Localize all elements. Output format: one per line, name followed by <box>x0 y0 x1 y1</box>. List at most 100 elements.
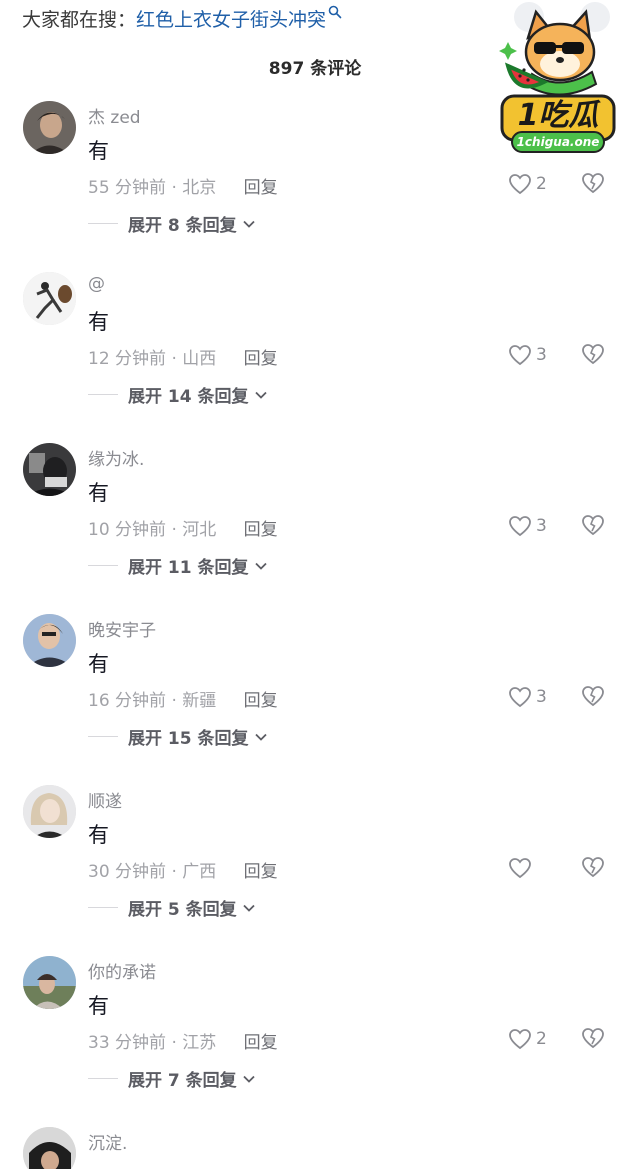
avatar[interactable] <box>23 956 76 1009</box>
like-count: 3 <box>536 345 547 365</box>
expand-replies-button[interactable]: 展开 7 条回复 <box>88 1066 255 1091</box>
dislike-button[interactable] <box>581 1027 605 1049</box>
dislike-button[interactable] <box>581 172 605 194</box>
reply-button[interactable]: 回复 <box>244 349 278 369</box>
heart-icon <box>509 1029 531 1050</box>
comment-username[interactable]: 缘为冰. <box>88 445 144 470</box>
expand-divider <box>88 907 118 908</box>
expand-divider <box>88 1078 118 1079</box>
comment-text: 有 <box>88 823 109 847</box>
expand-replies-button[interactable]: 展开 5 条回复 <box>88 895 255 920</box>
dislike-button[interactable] <box>581 514 605 536</box>
expand-replies-button[interactable]: 展开 14 条回复 <box>88 382 267 407</box>
comment-time-location: 12 分钟前 · 山西 <box>88 349 217 369</box>
comment-meta: 16 分钟前 · 新疆 回复 <box>88 686 278 711</box>
comment-username[interactable]: 杰 zed <box>88 103 141 128</box>
like-button[interactable]: 3 <box>508 342 548 368</box>
comment-meta: 12 分钟前 · 山西 回复 <box>88 344 278 369</box>
chevron-down-icon <box>243 220 255 228</box>
chevron-down-icon <box>243 1075 255 1083</box>
like-count: 3 <box>536 687 547 707</box>
expand-replies-label: 展开 7 条回复 <box>128 1071 237 1091</box>
avatar[interactable] <box>23 785 76 838</box>
expand-replies-label: 展开 15 条回复 <box>128 729 249 749</box>
comment-text: 有 <box>88 310 109 334</box>
comment-text: 有 <box>88 994 109 1018</box>
comment-username[interactable]: 沉淀. <box>88 1129 127 1154</box>
reply-button[interactable]: 回复 <box>244 1033 278 1053</box>
comment-username[interactable]: 顺遂 <box>88 787 122 812</box>
comment-meta: 55 分钟前 · 北京 回复 <box>88 173 278 198</box>
comment-username[interactable]: 晚安宇子 <box>88 616 156 641</box>
expand-replies-label: 展开 8 条回复 <box>128 216 237 236</box>
like-count: 3 <box>536 516 547 536</box>
comment-item: 晚安宇子 有 16 分钟前 · 新疆 回复 3 展开 15 条回复 <box>0 614 630 774</box>
chevron-down-icon <box>254 562 267 570</box>
avatar-image-icon <box>23 101 76 154</box>
expand-divider <box>88 565 118 566</box>
expand-replies-label: 展开 5 条回复 <box>128 900 237 920</box>
heart-icon <box>509 858 531 879</box>
like-button[interactable]: 3 <box>508 684 548 710</box>
chevron-down-icon <box>254 391 267 399</box>
reply-button[interactable]: 回复 <box>244 178 278 198</box>
chevron-down-icon <box>254 733 267 741</box>
reply-button[interactable]: 回复 <box>244 691 278 711</box>
comment-time-location: 30 分钟前 · 广西 <box>88 862 217 882</box>
avatar-image-icon <box>23 443 76 496</box>
comment-username[interactable]: 你的承诺 <box>88 958 156 983</box>
hot-search-prefix: 大家都在搜： <box>22 8 137 31</box>
like-button[interactable]: 3 <box>508 513 548 539</box>
like-button[interactable] <box>508 855 548 881</box>
dislike-button[interactable] <box>581 343 605 365</box>
reply-button[interactable]: 回复 <box>244 862 278 882</box>
expand-replies-button[interactable]: 展开 11 条回复 <box>88 553 267 578</box>
expand-replies-button[interactable]: 展开 8 条回复 <box>88 211 255 236</box>
comment-meta: 33 分钟前 · 江苏 回复 <box>88 1028 278 1053</box>
expand-replies-button[interactable]: 展开 15 条回复 <box>88 724 267 749</box>
comment-item: 沉淀. <box>0 1127 630 1169</box>
expand-divider <box>88 223 118 224</box>
comment-time-location: 33 分钟前 · 江苏 <box>88 1033 217 1053</box>
dislike-button[interactable] <box>581 856 605 878</box>
hot-search-bar[interactable]: 大家都在搜： 红色上衣女子街头冲突 <box>22 4 342 32</box>
hot-search-link[interactable]: 红色上衣女子街头冲突 <box>136 5 326 32</box>
avatar-image-icon <box>23 785 76 838</box>
comment-time-location: 55 分钟前 · 北京 <box>88 178 217 198</box>
avatar[interactable] <box>23 614 76 667</box>
search-icon <box>328 5 342 19</box>
expand-replies-label: 展开 14 条回复 <box>128 387 249 407</box>
comment-text: 有 <box>88 652 109 676</box>
expand-replies-label: 展开 11 条回复 <box>128 558 249 578</box>
comment-item: @ 有 12 分钟前 · 山西 回复 3 展开 14 条回复 <box>0 272 630 432</box>
like-count: 2 <box>536 174 547 194</box>
dislike-button[interactable] <box>581 685 605 707</box>
avatar-image-icon <box>23 614 76 667</box>
heart-icon <box>509 687 531 708</box>
avatar-image-icon <box>23 272 76 325</box>
comment-meta: 10 分钟前 · 河北 回复 <box>88 515 278 540</box>
comment-text: 有 <box>88 139 109 163</box>
avatar[interactable] <box>23 101 76 154</box>
comment-item: 缘为冰. 有 10 分钟前 · 河北 回复 3 展开 11 条回复 <box>0 443 630 603</box>
comment-item: 杰 zed 有 55 分钟前 · 北京 回复 2 展开 8 条回复 <box>0 101 630 261</box>
comment-item: 你的承诺 有 33 分钟前 · 江苏 回复 2 展开 7 条回复 <box>0 956 630 1116</box>
reply-button[interactable]: 回复 <box>244 520 278 540</box>
comment-item: 顺遂 有 30 分钟前 · 广西 回复 展开 5 条回复 <box>0 785 630 945</box>
comment-time-location: 16 分钟前 · 新疆 <box>88 691 217 711</box>
avatar[interactable] <box>23 1127 76 1169</box>
like-button[interactable]: 2 <box>508 1026 548 1052</box>
avatar-image-icon <box>23 1127 76 1169</box>
avatar-image-icon <box>23 956 76 1009</box>
heart-icon <box>509 516 531 537</box>
avatar[interactable] <box>23 443 76 496</box>
comment-text: 有 <box>88 481 109 505</box>
chevron-down-icon <box>243 904 255 912</box>
like-count: 2 <box>536 1029 547 1049</box>
comment-time-location: 10 分钟前 · 河北 <box>88 520 217 540</box>
like-button[interactable]: 2 <box>508 171 548 197</box>
expand-divider <box>88 394 118 395</box>
expand-divider <box>88 736 118 737</box>
comment-username[interactable]: @ <box>88 274 105 294</box>
avatar[interactable] <box>23 272 76 325</box>
